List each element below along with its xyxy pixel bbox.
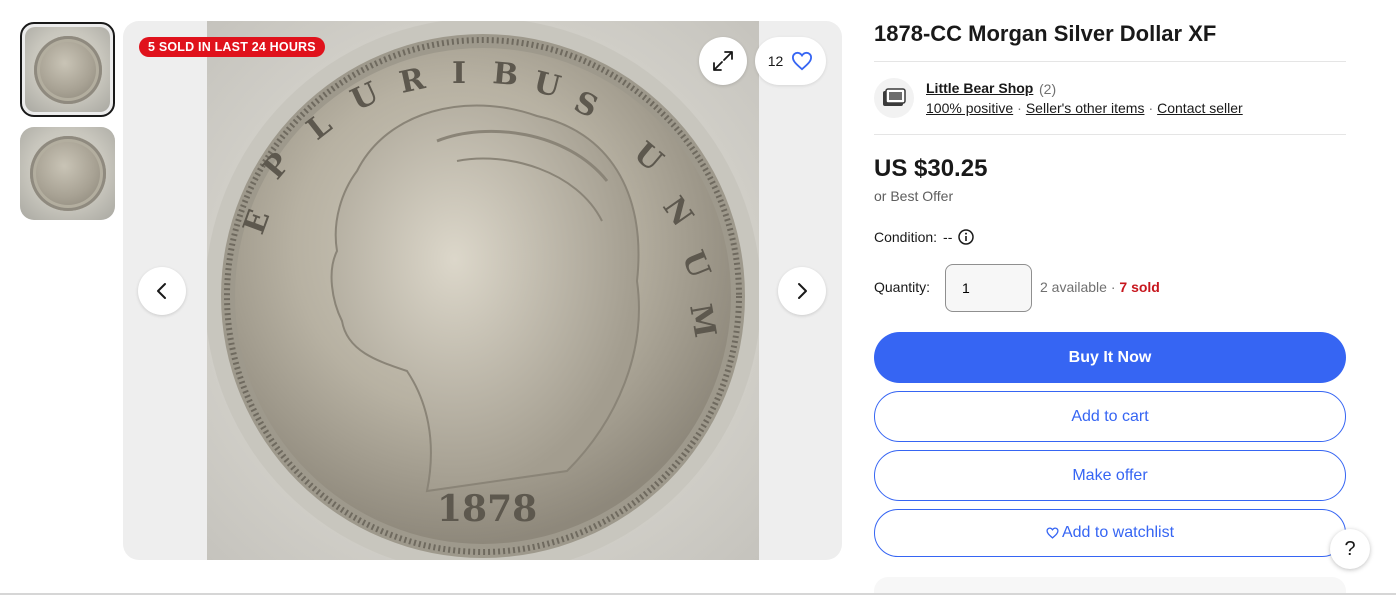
buy-it-now-button[interactable]: Buy It Now [874,332,1346,383]
info-icon[interactable] [958,229,975,245]
sold-count: 7 sold [1119,279,1160,295]
best-offer-text: or Best Offer [874,188,954,204]
condition-label: Condition: [874,229,938,245]
available-count: 2 available [1040,279,1107,295]
heart-icon [792,51,813,71]
quantity-input[interactable] [945,264,1032,312]
coin-thumbnail-image [29,136,106,211]
next-image-button[interactable] [778,267,826,315]
svg-text:B: B [491,56,519,93]
watch-count-button[interactable]: 12 [755,37,826,85]
seller-feedback-count: (2) [1039,81,1057,97]
coin-thumbnail-image [33,35,102,104]
seller-card: Little Bear Shop (2) 100% positive · Selle… [874,78,1346,118]
thumbnail-strip [20,22,115,230]
add-to-cart-button[interactable]: Add to cart [874,391,1346,442]
add-to-watchlist-button[interactable]: Add to watchlist [874,509,1346,557]
store-avatar-icon[interactable] [874,78,914,118]
chevron-left-icon [157,283,166,299]
watch-count: 12 [767,53,784,69]
svg-text:M: M [682,301,722,340]
availability-text: 2 available · 7 sold [1040,279,1160,295]
item-price: US $30.25 [874,155,988,182]
condition-row: Condition: -- [874,229,975,245]
svg-text:I: I [452,56,466,91]
separator-dot: · [1017,100,1022,116]
seller-links: 100% positive · Seller's other items · Conta… [926,100,1243,116]
coin-photo[interactable]: 1878 P L U R I B U S U N U M E [207,21,759,560]
image-gallery: 1878 P L U R I B U S U N U M E 5 SOLD IN… [123,21,842,560]
thumbnail-reverse[interactable] [20,127,115,220]
contact-seller-link[interactable]: Contact seller [1157,100,1243,116]
heart-icon [1046,527,1059,539]
seller-name-link[interactable]: Little Bear Shop [926,80,1033,96]
divider [874,134,1346,135]
expand-button[interactable] [699,37,747,85]
previous-image-button[interactable] [138,267,186,315]
make-offer-button[interactable]: Make offer [874,450,1346,501]
divider [874,61,1346,62]
add-to-watchlist-label: Add to watchlist [1061,524,1175,541]
quantity-label: Quantity: [874,279,931,295]
condition-value: -- [943,229,953,245]
chevron-right-icon [798,283,807,299]
help-button[interactable]: ? [1330,529,1370,569]
thumbnail-obverse[interactable] [20,22,115,117]
expand-icon [713,51,733,71]
separator-dot: · [1110,279,1116,295]
seller-other-items-link[interactable]: Seller's other items [1026,100,1145,116]
item-title: 1878-CC Morgan Silver Dollar XF [874,21,1217,46]
separator-dot: · [1148,100,1154,116]
coin-illustration: 1878 P L U R I B U S U N U M E [207,21,759,560]
seller-positive-link[interactable]: 100% positive [926,100,1013,116]
svg-text:1878: 1878 [437,488,537,530]
sold-badge: 5 SOLD IN LAST 24 HOURS [139,37,325,57]
